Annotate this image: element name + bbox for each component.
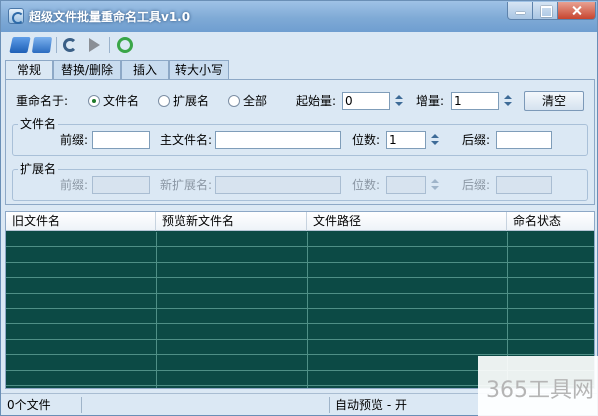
tab-general[interactable]: 常规: [5, 60, 53, 81]
file-count: 0个文件: [7, 398, 51, 412]
recycle-icon[interactable]: [117, 37, 133, 53]
start-value-label: 起始量:: [296, 94, 337, 108]
digits-input[interactable]: 1: [386, 131, 426, 149]
clear-button[interactable]: 清空: [524, 91, 584, 111]
spin-down-icon[interactable]: [393, 101, 405, 110]
ext-digits-spinner: [429, 176, 441, 194]
start-value-spinner[interactable]: [393, 92, 405, 110]
spin-up-icon[interactable]: [393, 92, 405, 101]
column-old-name[interactable]: 旧文件名: [6, 212, 156, 231]
main-name-input[interactable]: [215, 131, 341, 149]
rename-target-label: 重命名于:: [16, 94, 69, 108]
ext-prefix-label: 前缀:: [60, 178, 89, 192]
ext-suffix-label: 后缀:: [462, 178, 491, 192]
spin-up-icon[interactable]: [429, 131, 441, 140]
prefix-input[interactable]: [92, 131, 150, 149]
radio-filename-label[interactable]: 文件名: [103, 93, 139, 109]
digits-spinner[interactable]: [429, 131, 441, 149]
table-header: 旧文件名 预览新文件名 文件路径 命名状态: [6, 212, 594, 231]
open-folder-icon[interactable]: [9, 37, 31, 53]
toolbar: [1, 32, 597, 58]
prefix-label: 前缀:: [60, 133, 89, 147]
step-label: 增量:: [416, 94, 445, 108]
digits-label: 位数:: [352, 133, 381, 147]
radio-all-label[interactable]: 全部: [243, 93, 267, 109]
spin-up-icon[interactable]: [502, 92, 514, 101]
maximize-button[interactable]: [532, 2, 558, 20]
spin-down-icon: [429, 185, 441, 194]
filename-group-title: 文件名: [18, 117, 59, 131]
toolbar-separator: [56, 37, 57, 53]
extension-group-title: 扩展名: [18, 162, 59, 176]
minimize-button[interactable]: [507, 2, 533, 20]
tab-replace-delete[interactable]: 替换/删除: [53, 60, 121, 80]
radio-extension[interactable]: [158, 95, 170, 107]
grid-line: [156, 232, 157, 388]
ext-prefix-input: [92, 176, 150, 194]
spin-down-icon[interactable]: [502, 101, 514, 110]
spin-up-icon: [429, 176, 441, 185]
watermark: 365工具网: [478, 356, 598, 416]
step-spinner[interactable]: [502, 92, 514, 110]
ext-suffix-input: [496, 176, 552, 194]
main-name-label: 主文件名:: [160, 133, 213, 147]
new-ext-label: 新扩展名:: [160, 178, 213, 192]
new-ext-input: [215, 176, 341, 194]
close-button[interactable]: [557, 2, 596, 20]
undo-icon[interactable]: [63, 38, 77, 52]
auto-preview-status[interactable]: 自动预览 - 开: [331, 396, 407, 414]
window-title: 超级文件批量重命名工具v1.0: [29, 10, 191, 24]
radio-all[interactable]: [228, 95, 240, 107]
tab-insert[interactable]: 插入: [121, 60, 169, 80]
column-file-path[interactable]: 文件路径: [307, 212, 507, 231]
tab-case-convert[interactable]: 转大小写: [169, 60, 229, 80]
ext-digits-label: 位数:: [352, 178, 381, 192]
grid-line: [307, 232, 308, 388]
column-preview-name[interactable]: 预览新文件名: [156, 212, 307, 231]
ext-digits-input: [386, 176, 426, 194]
spin-down-icon[interactable]: [429, 140, 441, 149]
title-bar[interactable]: 超级文件批量重命名工具v1.0: [1, 1, 597, 32]
toolbar-separator: [109, 37, 110, 53]
general-panel: 重命名于: 文件名 扩展名 全部 起始量: 0 增量: 1 清空 文件名 前缀:…: [5, 79, 595, 205]
column-status[interactable]: 命名状态: [507, 212, 594, 231]
radio-filename[interactable]: [88, 95, 100, 107]
suffix-label: 后缀:: [462, 133, 491, 147]
status-divider: [81, 397, 82, 413]
watermark-text: 365工具网: [486, 378, 594, 403]
start-value-input[interactable]: 0: [342, 92, 390, 110]
status-divider: [329, 397, 330, 413]
radio-extension-label[interactable]: 扩展名: [173, 93, 209, 109]
open-files-icon[interactable]: [31, 37, 53, 53]
run-icon[interactable]: [89, 38, 100, 52]
app-icon: [8, 8, 24, 24]
suffix-input[interactable]: [496, 131, 552, 149]
app-window: 超级文件批量重命名工具v1.0 常规 替换/删除 插入 转大小写 重命名于: 文…: [0, 0, 598, 416]
step-input[interactable]: 1: [451, 92, 499, 110]
